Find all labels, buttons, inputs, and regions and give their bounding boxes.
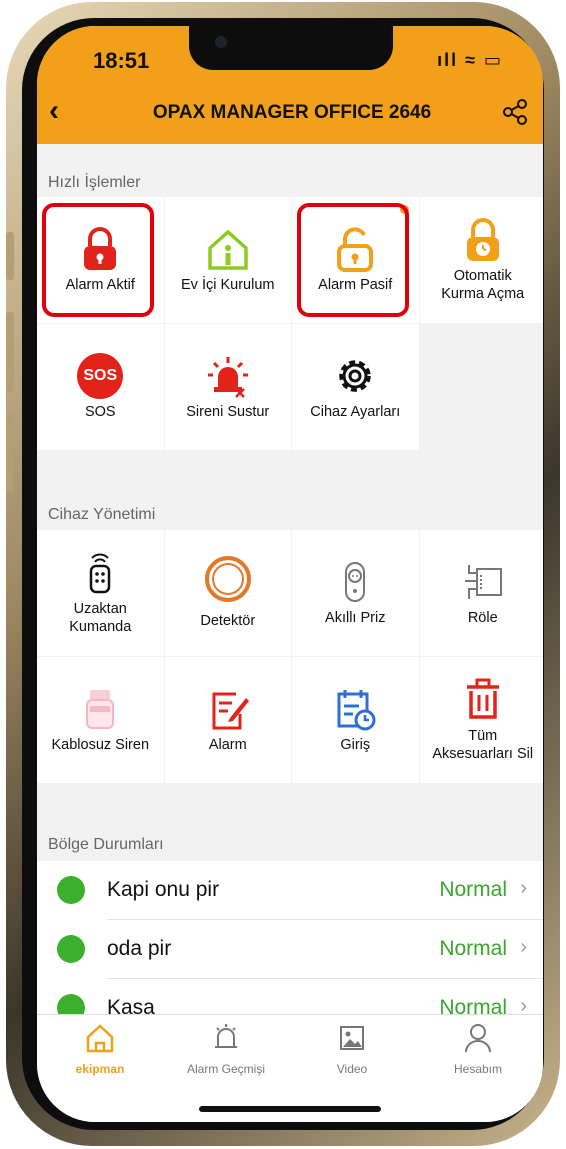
chevron-right-icon: › [520,877,527,899]
tile-label: Uzaktan Kumanda [69,601,132,635]
house-icon [208,229,248,270]
zone-name: Kapi onu pir [107,878,220,901]
zone-list: Kapi onu pir Normal › oda pir Normal › K… [37,861,543,1038]
tile-label: Alarm [208,737,247,753]
alarm-passive-button[interactable]: Alarm Pasif [292,197,419,323]
chevron-right-icon: › [520,936,527,958]
silence-siren-button[interactable]: Sireni Sustur [164,324,291,450]
quick-actions-label: Hızlı İşlemler [48,174,141,191]
tab-label: Alarm Geçmişi [186,1062,265,1076]
user-icon [465,1024,491,1053]
smart-plug-button[interactable]: Akıllı Priz [292,530,419,656]
tile-label: Röle [467,610,498,626]
zone-row[interactable]: oda pir Normal › [57,920,543,979]
status-dot-icon [57,876,85,904]
tile-label: Otomatik Kurma Açma [441,268,525,302]
sos-button[interactable]: SOS SOS [37,324,164,450]
tile-label: Ev İçi Kurulum [181,277,275,293]
zone-status: Normal [439,937,507,960]
image-icon [340,1026,364,1050]
tab-equipment[interactable]: ekipman [37,1021,163,1076]
remote-icon [90,553,111,594]
plug-icon [345,562,366,602]
status-time: 18:51 [93,48,150,73]
tile-label: Giriş [340,737,371,753]
quick-actions-grid: Alarm Aktif Ev İçi Kurulum Alarm Pasif O… [37,197,543,450]
highlight-frame [297,203,409,317]
tab-video[interactable]: Video [289,1021,415,1076]
trash-icon [466,678,499,719]
sos-icon: SOS [77,353,124,399]
side-button [6,312,14,392]
device-management-grid: Uzaktan Kumanda Detektör Akıllı Priz Röl… [37,530,543,783]
signal-wifi-battery-icon: ıll ≈ ▭ [437,50,503,70]
entry-log-button[interactable]: Giriş [292,657,419,783]
calendar-clock-icon [337,690,376,731]
status-dot-icon [57,935,85,963]
device-settings-button[interactable]: Cihaz Ayarları [292,324,419,450]
zone-row[interactable]: Kapi onu pir Normal › [57,861,543,920]
gear-icon [339,360,371,392]
tile-label: Tüm Aksesuarları Sil [432,728,534,762]
tile-label: Cihaz Ayarları [310,404,401,420]
tile-label: Kablosuz Siren [51,737,150,753]
timer-lock-icon [466,218,499,261]
tab-label: Video [336,1062,368,1076]
empty-tile [419,324,543,450]
tab-account[interactable]: Hesabım [415,1021,541,1076]
relay-button[interactable]: Röle [419,530,543,656]
wireless-siren-button[interactable]: Kablosuz Siren [37,657,164,783]
notch [189,26,393,70]
zone-status: Normal [439,878,507,901]
delete-all-accessories-button[interactable]: Tüm Aksesuarları Sil [419,657,543,783]
tile-label: Detektör [200,613,256,629]
edit-document-icon [212,692,249,730]
relay-icon [464,565,502,599]
side-button [6,232,14,280]
tab-alarm-history[interactable]: Alarm Geçmişi [163,1021,289,1076]
device-management-label: Cihaz Yönetimi [48,506,156,523]
siren-mute-icon [207,357,248,398]
highlight-frame [42,203,154,317]
home-icon [86,1024,114,1053]
bell-icon [215,1024,237,1048]
app-screen: 18:51 ıll ≈ ▭ ‹ OPAX MANAGER OFFICE 2646… [37,26,543,1122]
camera-icon [215,36,227,48]
tile-label: Sireni Sustur [186,404,270,420]
tab-label: ekipman [75,1062,125,1076]
page-title: OPAX MANAGER OFFICE 2646 [152,102,432,123]
tile-label: SOS [84,404,116,420]
tile-label: Akıllı Priz [325,610,386,626]
detector-button[interactable]: Detektör [164,530,291,656]
zone-name: oda pir [107,937,172,960]
home-indicator[interactable] [199,1106,381,1112]
auto-arm-button[interactable]: Otomatik Kurma Açma [419,197,543,323]
alarm-active-button[interactable]: Alarm Aktif [37,197,164,323]
back-button[interactable]: ‹ [49,96,59,126]
detector-icon [204,556,251,602]
alarm-log-button[interactable]: Alarm [164,657,291,783]
tab-label: Hesabım [453,1062,503,1076]
wireless-siren-icon [86,690,115,729]
side-button [6,412,14,492]
remote-control-button[interactable]: Uzaktan Kumanda [37,530,164,656]
zone-status-label: Bölge Durumları [48,836,164,853]
home-setup-button[interactable]: Ev İçi Kurulum [164,197,291,323]
share-icon[interactable] [501,98,529,133]
